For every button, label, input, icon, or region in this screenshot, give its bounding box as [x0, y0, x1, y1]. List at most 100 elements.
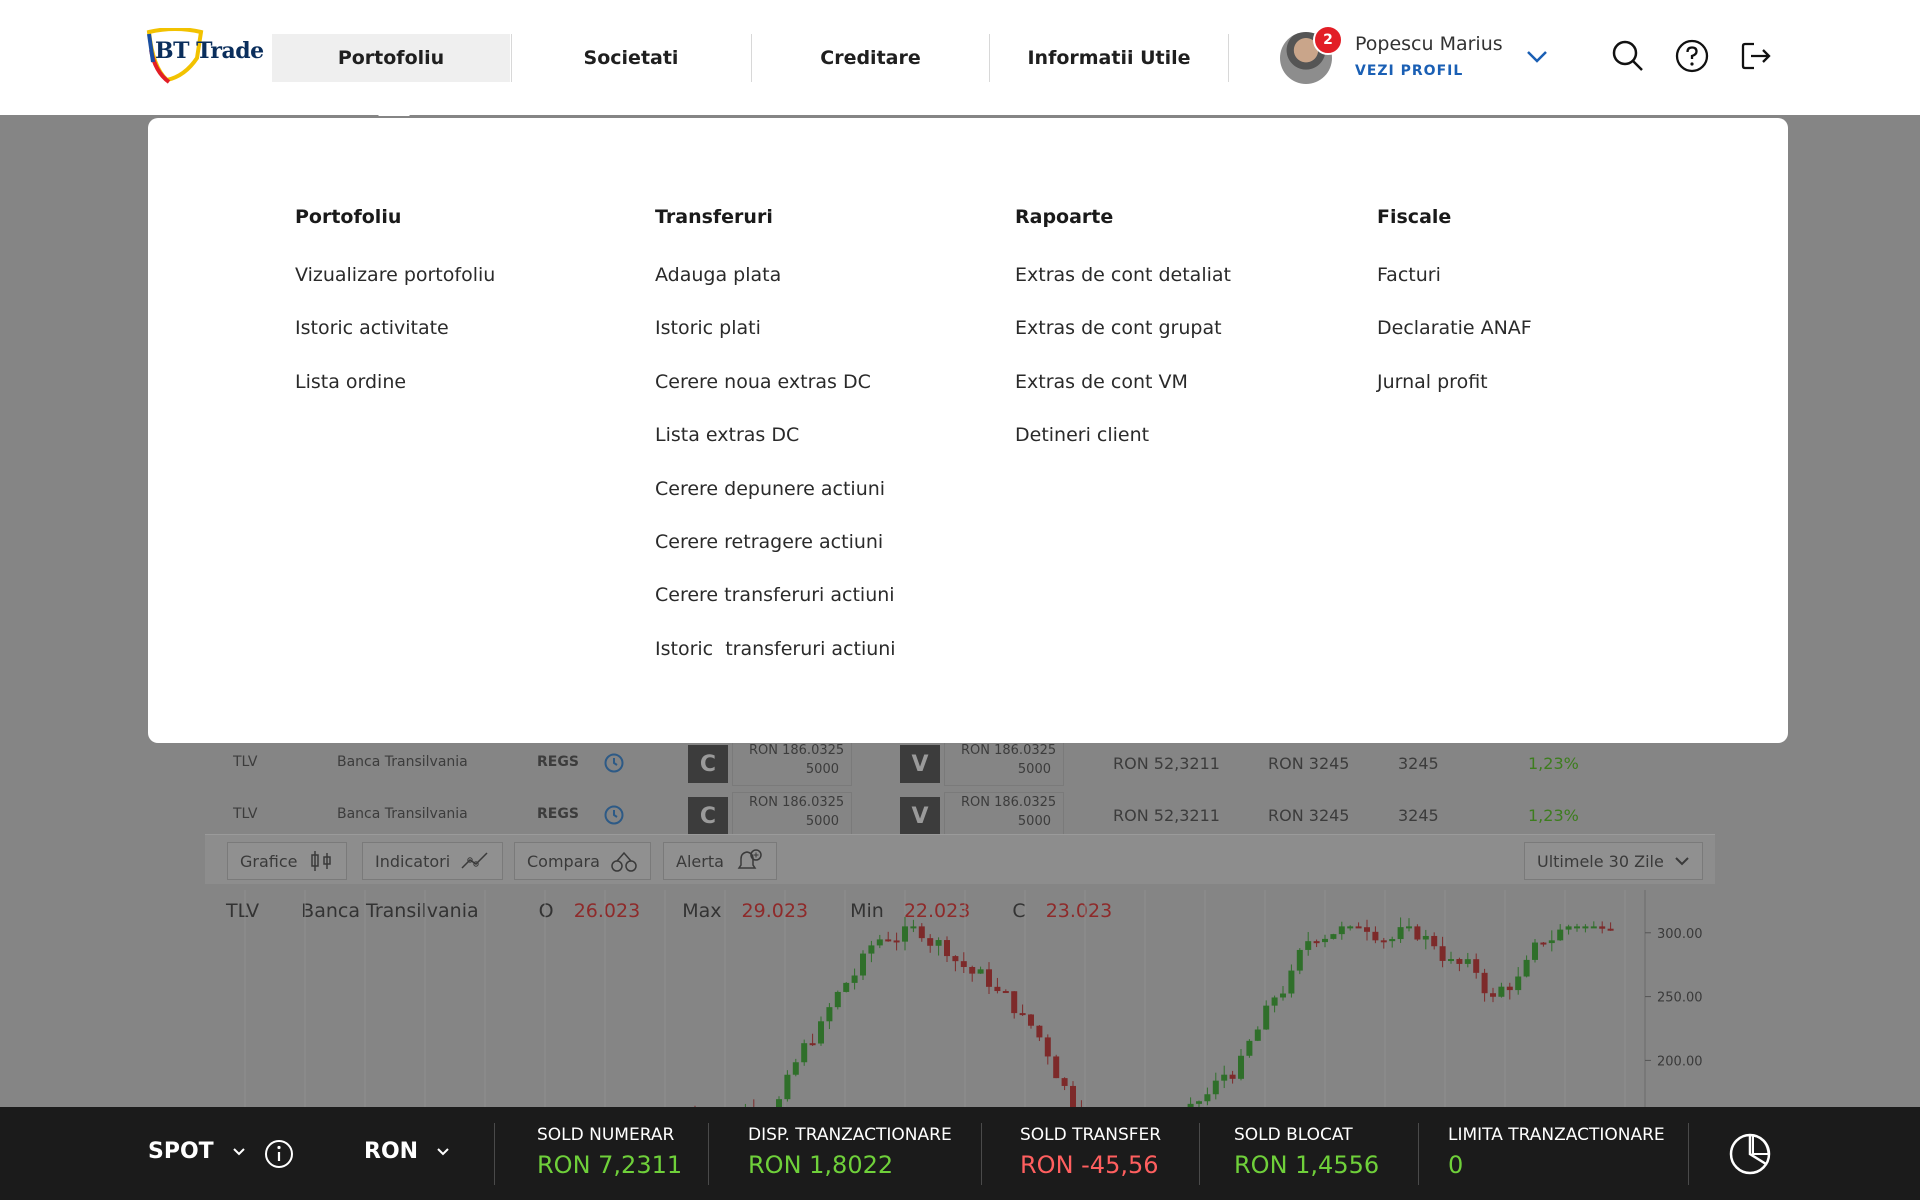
y-tick-label: 200.00 [1657, 1054, 1703, 1069]
menu-item-istoric-activitate[interactable]: Istoric activitate [295, 317, 495, 370]
currency-select[interactable]: RON [364, 1139, 450, 1164]
menu-item-declaratie-anaf[interactable]: Declaratie ANAF [1377, 317, 1532, 370]
candle-body [927, 938, 934, 946]
menu-item-istoric-plati[interactable]: Istoric plati [655, 317, 896, 370]
nav-portofoliu[interactable]: Portofoliu [272, 34, 510, 82]
pie-chart-icon[interactable] [1728, 1132, 1772, 1180]
clock-icon [603, 804, 625, 830]
candle-body [1540, 942, 1547, 945]
candle-body [1288, 970, 1295, 994]
menu-item-facturi[interactable]: Facturi [1377, 264, 1532, 317]
row-market: REGS [537, 754, 579, 770]
menu-column-title: Rapoarte [1015, 206, 1114, 228]
help-icon[interactable] [1674, 38, 1710, 74]
buy-price: RON 186.0325 [749, 795, 845, 810]
candle-body [826, 1007, 833, 1022]
candle-body [1498, 986, 1505, 997]
row-change: 1,23% [1528, 754, 1579, 773]
price-chart[interactable]: 300.00250.00200.00150.00 [205, 890, 1715, 1107]
info-icon[interactable] [264, 1139, 294, 1173]
view-profile-link[interactable]: VEZI PROFIL [1355, 63, 1463, 79]
search-icon[interactable] [1610, 38, 1646, 74]
candle-body [1263, 1005, 1270, 1030]
menu-item-lista-extras-dc[interactable]: Lista extras DC [655, 424, 896, 477]
candle-body [1322, 938, 1328, 943]
menu-item-jurnal-profit[interactable]: Jurnal profit [1377, 371, 1532, 424]
row-last-price: RON 52,3211 [1113, 754, 1220, 773]
candle-body [1523, 959, 1530, 977]
charts-button[interactable]: Grafice [227, 842, 347, 880]
sell-button[interactable]: V [900, 745, 940, 783]
chevron-down-icon [232, 1148, 245, 1156]
menu-item-cerere-retragere-actiuni[interactable]: Cerere retragere actiuni [655, 531, 896, 584]
candle-body [1464, 959, 1471, 964]
menu-item-adauga-plata[interactable]: Adauga plata [655, 264, 896, 317]
candle-body [1515, 976, 1522, 991]
sell-price: RON 186.0325 [961, 795, 1057, 810]
row-volume: 3245 [1398, 754, 1439, 773]
menu-item-extras-cont-detaliat[interactable]: Extras de cont detaliat [1015, 264, 1231, 317]
table-row[interactable]: TLV Banca Transilvania REGS C RON 186.03… [205, 792, 1715, 838]
candle-body [1565, 926, 1572, 930]
candle-body [1196, 1101, 1202, 1104]
candle-body [1002, 991, 1009, 994]
menu-item-cerere-noua-extras-dc[interactable]: Cerere noua extras DC [655, 371, 896, 424]
candle-body [1061, 1078, 1068, 1086]
menu-column-rapoarte: Rapoarte Extras de cont detaliat Extras … [1015, 206, 1231, 478]
nav-divider [1228, 34, 1229, 82]
candle-body [986, 969, 992, 987]
sell-button[interactable]: V [900, 797, 940, 835]
alert-button[interactable]: Alerta [663, 842, 777, 880]
nav-societati[interactable]: Societati [512, 34, 750, 82]
currency-select-label: RON [364, 1139, 419, 1164]
menu-column-title: Transferuri [655, 206, 773, 228]
candle-body [1364, 927, 1370, 932]
menu-item-cerere-depunere-actiuni[interactable]: Cerere depunere actiuni [655, 478, 896, 531]
row-value: RON 3245 [1268, 754, 1350, 773]
footer-divider [494, 1123, 495, 1185]
candle-body [1246, 1040, 1253, 1056]
candle-body [1372, 931, 1379, 941]
menu-item-istoric-transferuri-actiuni[interactable]: Istoric transferuri actiuni [655, 638, 896, 691]
notification-badge[interactable]: 2 [1313, 25, 1343, 55]
clock-icon [603, 752, 625, 778]
candle-body [893, 940, 900, 943]
candle-body [1280, 993, 1286, 998]
indicators-button[interactable]: Indicatori [362, 842, 504, 880]
candle-body [1036, 1025, 1043, 1038]
bell-icon [737, 849, 762, 869]
bt-trade-logo[interactable]: BT Trade [145, 28, 264, 88]
candle-body [1397, 927, 1404, 940]
logout-icon[interactable] [1738, 38, 1774, 74]
candle-body [1380, 940, 1387, 943]
period-select[interactable]: Ultimele 30 Zile [1524, 842, 1703, 880]
menu-item-lista-ordine[interactable]: Lista ordine [295, 371, 495, 424]
chevron-down-icon[interactable] [1519, 38, 1555, 74]
row-symbol: TLV [233, 806, 258, 822]
table-row[interactable]: TLV Banca Transilvania REGS C RON 186.03… [205, 740, 1715, 786]
sell-price-box: RON 186.0325 5000 [944, 740, 1064, 786]
row-name: Banca Transilvania [337, 806, 468, 822]
stat-sold-blocat: SOLD BLOCAT RON 1,4556 [1234, 1125, 1379, 1179]
compare-button[interactable]: Compara [514, 842, 651, 880]
candle-body [1212, 1080, 1219, 1095]
buy-button[interactable]: C [688, 797, 728, 835]
top-header: BT Trade Portofoliu Societati Creditare … [0, 0, 1920, 115]
buy-button[interactable]: C [688, 745, 728, 783]
menu-item-extras-cont-grupat[interactable]: Extras de cont grupat [1015, 317, 1231, 370]
menu-item-extras-cont-vm[interactable]: Extras de cont VM [1015, 371, 1231, 424]
stat-value: RON 1,4556 [1234, 1151, 1380, 1179]
menu-item-cerere-transferuri-actiuni[interactable]: Cerere transferuri actiuni [655, 584, 896, 637]
stat-label: DISP. TRANZACTIONARE [748, 1125, 952, 1145]
charts-button-label: Grafice [240, 851, 298, 871]
candle-body [885, 939, 892, 942]
nav-creditare[interactable]: Creditare [752, 34, 989, 82]
candle-body [910, 926, 917, 929]
menu-item-vizualizare-portofoliu[interactable]: Vizualizare portofoliu [295, 264, 495, 317]
candle-body [860, 953, 866, 976]
candle-body [851, 975, 858, 983]
nav-informatii-utile[interactable]: Informatii Utile [990, 34, 1228, 82]
market-select[interactable]: SPOT [148, 1139, 246, 1164]
candle-body [801, 1043, 808, 1063]
menu-item-detineri-client[interactable]: Detineri client [1015, 424, 1231, 477]
